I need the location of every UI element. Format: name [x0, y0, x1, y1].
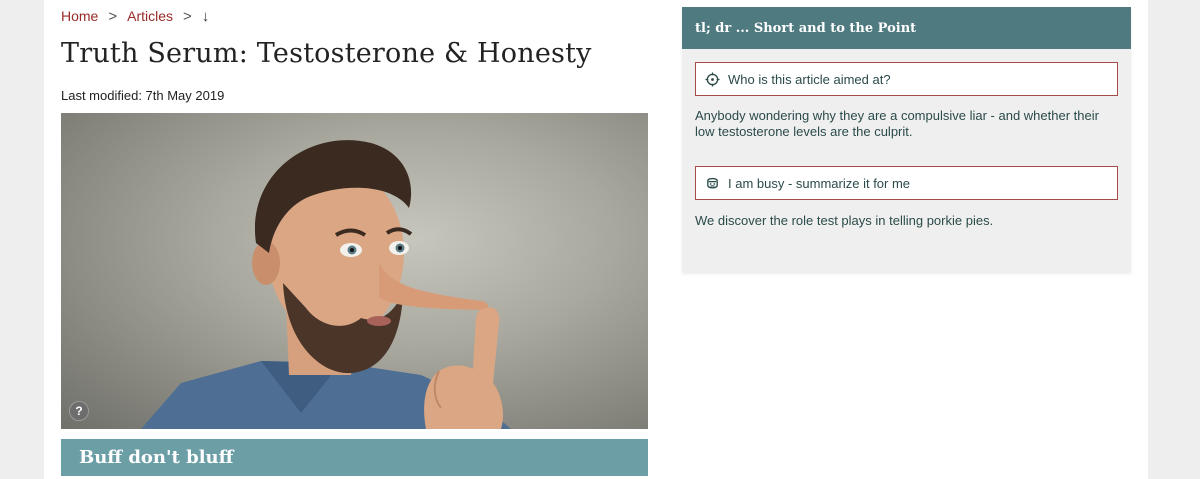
arrow-down-icon[interactable]: ↓ — [202, 8, 210, 25]
breadcrumb: Home > Articles > ↓ — [61, 6, 209, 26]
summarize-button-label: I am busy - summarize it for me — [728, 175, 911, 191]
article-hero-image — [61, 113, 648, 429]
breadcrumb-articles-link[interactable]: Articles — [127, 8, 173, 24]
chevron-right-icon: > — [108, 7, 118, 25]
man-with-long-nose-illustration — [141, 140, 511, 429]
audience-answer-text: Anybody wondering why they are a compuls… — [695, 108, 1099, 139]
chevron-right-icon: > — [183, 7, 192, 25]
page-title: Truth Serum: Testosterone & Honesty — [61, 38, 592, 69]
section-heading-bar: Buff don't bluff — [61, 439, 648, 476]
busy-face-icon — [704, 175, 720, 191]
crosshair-target-icon — [704, 71, 720, 87]
summarize-button[interactable]: I am busy - summarize it for me — [695, 166, 1118, 200]
audience-button[interactable]: Who is this article aimed at? — [695, 62, 1118, 96]
summary-text: We discover the role test plays in telli… — [695, 213, 994, 228]
tldr-header: tl; dr ... Short and to the Point — [682, 7, 1131, 49]
section-heading: Buff don't bluff — [79, 447, 234, 468]
tldr-panel: tl; dr ... Short and to the Point Who is… — [682, 7, 1131, 272]
audience-button-label: Who is this article aimed at? — [728, 71, 891, 87]
image-help-button[interactable]: ? — [69, 401, 89, 421]
last-modified-date: Last modified: 7th May 2019 — [61, 88, 225, 103]
breadcrumb-home-link[interactable]: Home — [61, 8, 98, 24]
tldr-title: tl; dr ... Short and to the Point — [695, 20, 917, 36]
